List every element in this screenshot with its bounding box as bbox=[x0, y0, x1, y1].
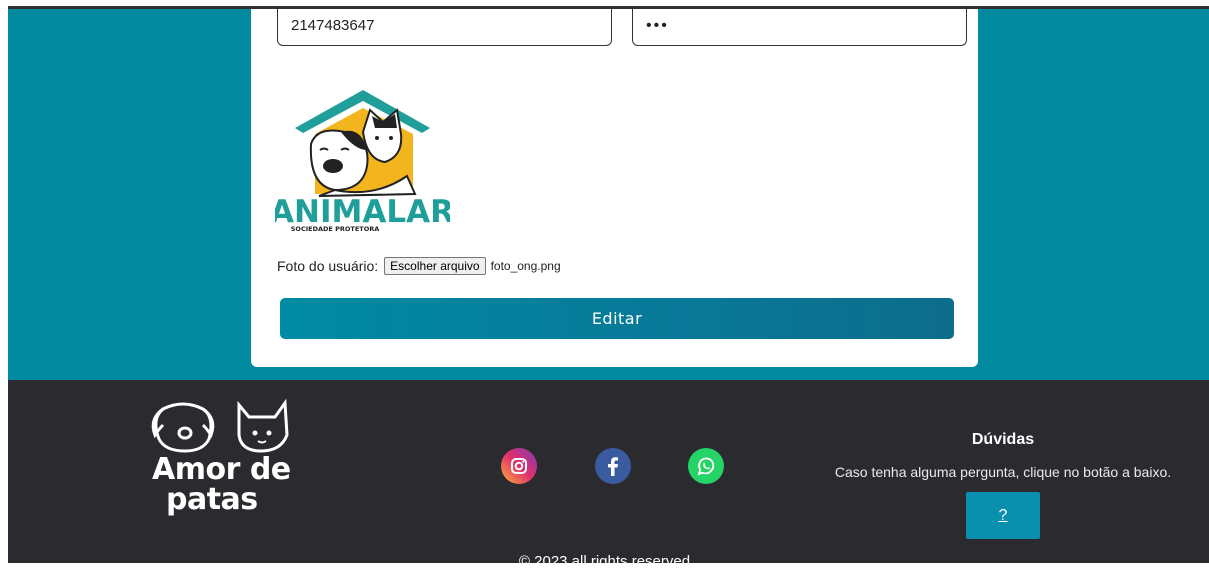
selected-file-name: foto_ong.png bbox=[490, 259, 561, 273]
help-title: Dúvidas bbox=[971, 431, 1035, 448]
logo-subtitle: SOCIEDADE PROTETORA bbox=[291, 225, 380, 233]
cat-head-icon bbox=[237, 398, 289, 453]
facebook-icon[interactable] bbox=[595, 448, 631, 484]
id-field[interactable]: 2147483647 bbox=[277, 9, 612, 46]
dog-nose-shape bbox=[323, 159, 343, 173]
help-button[interactable]: ? bbox=[966, 492, 1040, 539]
photo-upload-row: Foto do usuário: Escolher arquivo foto_o… bbox=[277, 256, 561, 276]
user-photo-logo: ANIMALAR SOCIEDADE PROTETORA bbox=[275, 90, 450, 233]
brand-line-2: patas bbox=[166, 482, 258, 517]
instagram-icon[interactable] bbox=[501, 448, 537, 484]
edit-button[interactable]: Editar bbox=[280, 298, 954, 339]
choose-file-button[interactable]: Escolher arquivo bbox=[384, 257, 486, 275]
copyright: © 2023 all rights reserved bbox=[518, 553, 691, 570]
help-text: Caso tenha alguma pergunta, clique no bo… bbox=[834, 464, 1172, 480]
password-field[interactable]: ••• bbox=[632, 9, 967, 46]
whatsapp-icon[interactable] bbox=[688, 448, 724, 484]
brand-name: Amor de patas bbox=[152, 455, 312, 515]
help-section: Dúvidas Caso tenha alguma pergunta, cliq… bbox=[820, 431, 1186, 480]
photo-label: Foto do usuário: bbox=[277, 258, 379, 274]
